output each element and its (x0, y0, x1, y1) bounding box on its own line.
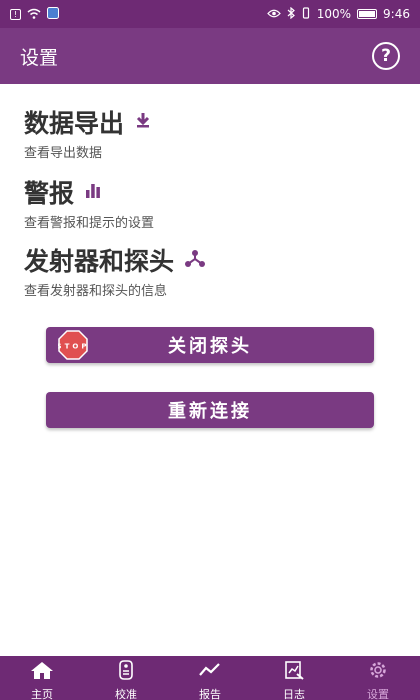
app-notification-icon (47, 7, 59, 21)
battery-percent: 100% (316, 7, 352, 21)
bluetooth-icon (287, 6, 295, 21)
nav-label-report: 报告 (199, 688, 221, 700)
report-icon (198, 660, 222, 684)
calibrate-icon (116, 660, 136, 684)
vibrate-icon (301, 7, 311, 21)
section-title-alerts: 警报 (24, 179, 75, 208)
status-bar: ! 100% 9:46 (0, 0, 420, 28)
page-title: 设置 (20, 46, 59, 69)
nav-item-report[interactable]: 报告 (168, 656, 252, 700)
stop-sign-icon: STOP (57, 330, 88, 360)
section-alerts[interactable]: 警报 查看警报和提示的设置 (24, 174, 154, 231)
nav-label-home: 主页 (31, 688, 53, 700)
section-title-transmitter-probe: 发射器和探头 (24, 247, 175, 276)
log-icon (283, 660, 305, 684)
nav-label-calibrate: 校准 (115, 688, 137, 700)
section-data-export[interactable]: 数据导出 查看导出数据 (24, 104, 152, 161)
wifi-icon (27, 8, 41, 21)
section-subtitle-data-export: 查看导出数据 (24, 146, 103, 161)
network-icon (184, 249, 206, 271)
stop-probe-button[interactable]: STOP 关闭探头 (46, 327, 374, 363)
clock: 9:46 (383, 7, 410, 21)
bar-chart-icon (84, 181, 102, 203)
reconnect-label: 重新连接 (168, 401, 252, 422)
section-title-data-export: 数据导出 (24, 109, 125, 138)
reconnect-button[interactable]: 重新连接 (46, 392, 374, 428)
gear-icon (367, 660, 389, 684)
nav-item-log[interactable]: 日志 (252, 656, 336, 700)
help-icon[interactable]: ? (372, 42, 400, 70)
bottom-nav: 主页 校准 报告 日志 设置 (0, 656, 420, 700)
app-bar: 设置 ? (0, 28, 420, 84)
nav-item-settings[interactable]: 设置 (336, 656, 420, 700)
battery-icon (357, 9, 378, 19)
nav-item-calibrate[interactable]: 校准 (84, 656, 168, 700)
home-icon (29, 660, 55, 684)
section-subtitle-transmitter-probe: 查看发射器和探头的信息 (24, 284, 168, 299)
section-transmitter-probe[interactable]: 发射器和探头 查看发射器和探头的信息 (24, 242, 206, 299)
stop-probe-label: 关闭探头 (168, 336, 252, 357)
nav-item-home[interactable]: 主页 (0, 656, 84, 700)
stop-sign-text: STOP (58, 343, 88, 351)
nav-label-settings: 设置 (367, 688, 389, 700)
notification-icon: ! (10, 8, 21, 20)
download-icon (134, 111, 152, 133)
section-subtitle-alerts: 查看警报和提示的设置 (24, 216, 155, 231)
nav-label-log: 日志 (283, 688, 305, 700)
eye-icon (266, 9, 281, 20)
